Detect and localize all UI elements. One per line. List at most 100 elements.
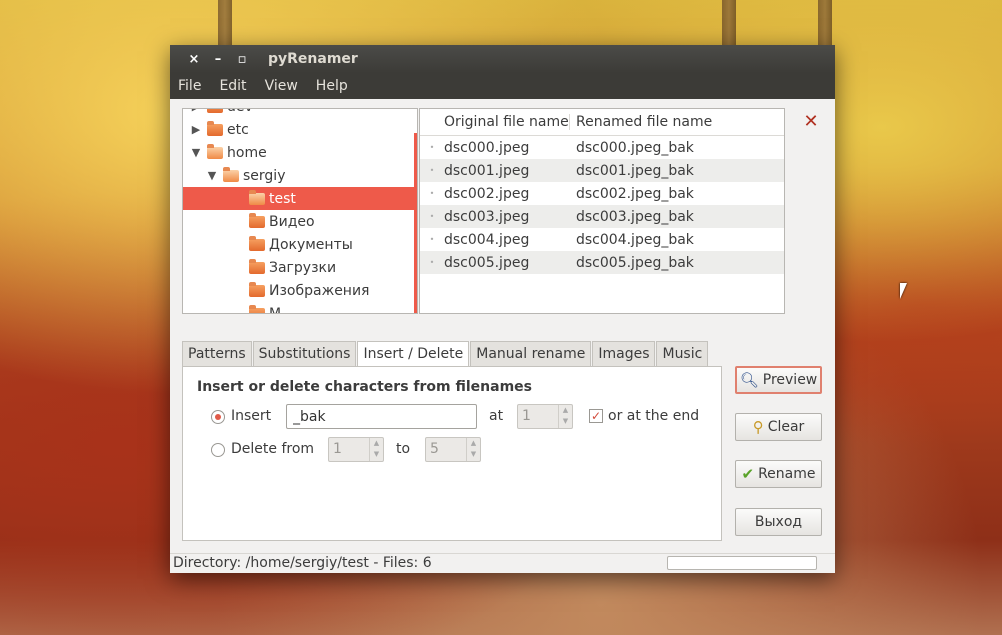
panel-heading: Insert or delete characters from filenam… [197,379,532,395]
file-row[interactable]: • dsc000.jpeg dsc000.jpeg_bak [420,136,784,159]
row-marker-icon: • [429,235,435,244]
exit-button[interactable]: Выход [735,508,822,536]
delete-to-value: 5 [430,441,439,457]
row-marker-icon: • [429,166,435,175]
original-file-name: dsc001.jpeg [444,162,530,179]
file-row[interactable]: • dsc001.jpeg dsc001.jpeg_bak [420,159,784,182]
folder-open-icon [223,166,239,182]
tab-music[interactable]: Music [656,341,709,367]
minimize-window-button[interactable]: – [206,52,230,67]
window-title: pyRenamer [268,51,358,67]
tree-item[interactable]: test [183,187,417,210]
expander-open-icon[interactable]: ▼ [205,169,219,182]
pyrenamer-window: × – ▫ pyRenamer File Edit View Help ▶ dev… [170,45,835,573]
magnifier-icon: 🔍︎ [739,371,759,389]
renamed-file-name: dsc001.jpeg_bak [576,162,694,179]
tree-item[interactable]: ▼ home [183,141,417,164]
tab-substitutions[interactable]: Substitutions [252,341,357,367]
file-list[interactable]: Original file name Renamed file name • ds… [419,108,785,314]
file-list-header: Original file name Renamed file name [420,109,784,136]
folder-icon [249,235,265,251]
tree-item[interactable]: Загрузки [183,256,417,279]
tree-item[interactable]: ▶ dev [183,109,417,118]
tree-item[interactable]: Видео [183,210,417,233]
menu-help[interactable]: Help [316,78,348,94]
folder-open-icon [207,143,223,159]
file-row[interactable]: • dsc002.jpeg dsc002.jpeg_bak [420,182,784,205]
column-original-name[interactable]: Original file name [420,114,570,130]
renamed-file-name: dsc005.jpeg_bak [576,254,694,271]
file-rows: • dsc000.jpeg dsc000.jpeg_bak • dsc001.jpeg d… [420,136,784,274]
tab-insert-delete[interactable]: Insert / Delete [357,341,470,368]
column-renamed-name[interactable]: Renamed file name [570,114,712,130]
file-row[interactable]: • dsc005.jpeg dsc005.jpeg_bak [420,251,784,274]
insert-radio[interactable] [211,410,225,424]
insert-label: Insert [231,408,272,424]
renamed-file-name: dsc003.jpeg_bak [576,208,694,225]
menu-view[interactable]: View [265,78,298,94]
preview-button-label: Preview [762,372,818,388]
at-label: at [489,408,504,424]
status-bar: Directory: /home/sergiy/test - Files: 6 [170,553,835,573]
row-marker-icon: • [429,189,435,198]
rename-button-label: Rename [758,466,816,482]
at-position-spinner[interactable]: 1 ▲ ▼ [517,404,573,429]
directory-tree[interactable]: ▶ dev ▶ etc ▼ home ▼ sergiy test Видео Документы За… [182,108,418,314]
file-row[interactable]: • dsc004.jpeg dsc004.jpeg_bak [420,228,784,251]
spinner-arrows-icon[interactable]: ▲ ▼ [369,438,383,461]
tab-manual-rename[interactable]: Manual rename [470,341,592,367]
row-marker-icon: • [429,212,435,221]
checkmark-icon: ✔ [741,465,755,483]
tree-item-label: Видео [269,213,315,230]
insert-delete-panel: Insert or delete characters from filenam… [182,366,722,541]
file-row[interactable]: • dsc003.jpeg dsc003.jpeg_bak [420,205,784,228]
titlebar: × – ▫ pyRenamer [170,45,835,73]
renamed-file-name: dsc004.jpeg_bak [576,231,694,248]
row-marker-icon: • [429,258,435,267]
tree-item[interactable]: Документы [183,233,417,256]
menu-file[interactable]: File [178,78,201,94]
tab-images[interactable]: Images [592,341,656,367]
folder-icon [249,281,265,297]
at-end-checkbox[interactable]: ✓ [589,409,603,423]
expander-open-icon[interactable]: ▼ [189,146,203,159]
folder-icon [249,258,265,274]
menubar: File Edit View Help [170,73,835,99]
tab-patterns[interactable]: Patterns [182,341,252,367]
at-position-value: 1 [522,408,531,424]
delete-from-value: 1 [333,441,342,457]
tree-item-label: test [269,190,296,207]
tree-item-label: Документы [269,236,353,253]
tree-item-label: Изображения [269,282,370,299]
tree-item[interactable]: ▼ sergiy [183,164,417,187]
rename-button[interactable]: ✔ Rename [735,460,822,488]
tree-item[interactable]: ▶ etc [183,118,417,141]
maximize-window-button[interactable]: ▫ [230,52,254,67]
preferences-tools-icon[interactable]: ✕ [800,111,822,133]
to-label: to [396,441,411,457]
spinner-arrows-icon[interactable]: ▲ ▼ [466,438,480,461]
tree-item[interactable]: Изображения [183,279,417,302]
delete-from-label: Delete from [231,441,315,457]
row-marker-icon: • [429,143,435,152]
expander-closed-icon[interactable]: ▶ [189,109,203,113]
exit-button-label: Выход [754,514,803,530]
progress-bar [667,556,817,570]
delete-radio[interactable] [211,443,225,457]
delete-from-spinner[interactable]: 1 ▲ ▼ [328,437,384,462]
expander-closed-icon[interactable]: ▶ [189,123,203,136]
tree-scrollbar[interactable] [414,133,417,313]
tree-item[interactable]: М... [183,302,417,314]
original-file-name: dsc005.jpeg [444,254,530,271]
insert-text-input[interactable] [286,404,477,429]
close-window-button[interactable]: × [182,52,206,67]
tree-item-label: М... [269,305,295,314]
delete-to-spinner[interactable]: 5 ▲ ▼ [425,437,481,462]
menu-edit[interactable]: Edit [219,78,246,94]
original-file-name: dsc000.jpeg [444,139,530,156]
folder-icon [207,120,223,136]
folder-icon [207,109,223,113]
spinner-arrows-icon[interactable]: ▲ ▼ [558,405,572,428]
preview-button[interactable]: 🔍︎ Preview [735,366,822,394]
clear-button[interactable]: ⚲ Clear [735,413,822,441]
